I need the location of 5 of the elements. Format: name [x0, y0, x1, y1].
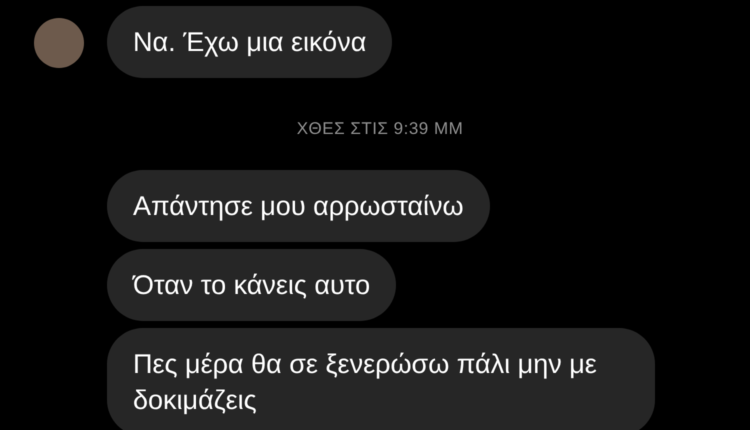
- message-timestamp: ΧΘΕΣ ΣΤΙΣ 9:39 ΜΜ: [296, 119, 464, 139]
- message-bubble: Να. Έχω μια εικόνα: [107, 6, 392, 78]
- message-bubble: Πες μέρα θα σε ξενερώσω πάλι μην με δοκιμάζεις: [107, 328, 655, 430]
- message-bubble: Απάντησε μου αρρωσταίνω: [107, 170, 490, 242]
- message-bubble: Όταν το κάνεις αυτο: [107, 249, 396, 321]
